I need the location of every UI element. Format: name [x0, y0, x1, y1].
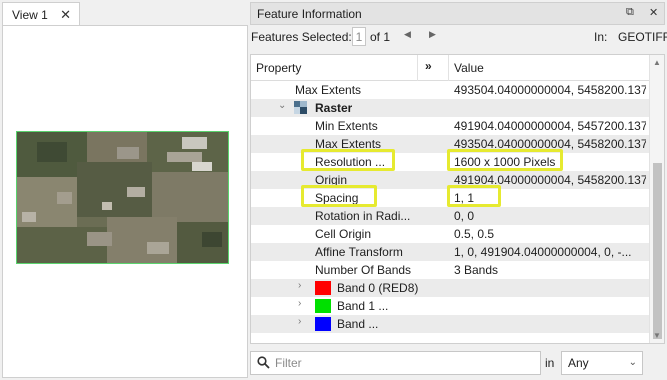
close-icon[interactable]: ✕ — [60, 7, 71, 23]
header-divider[interactable] — [448, 55, 449, 81]
property-cell: Band 0 (RED8) — [337, 281, 419, 295]
table-row[interactable]: Number Of Bands 3 Bands — [251, 261, 649, 279]
property-cell: Affine Transform — [315, 245, 403, 259]
band-red-swatch — [315, 281, 331, 295]
features-selected-label: Features Selected: — [251, 30, 352, 44]
band-blue-swatch — [315, 317, 331, 331]
view-tab-bar: View 1 ✕ — [0, 0, 248, 26]
scroll-down-icon[interactable]: ▼ — [653, 331, 661, 340]
table-row[interactable]: Rotation in Radi... 0, 0 — [251, 207, 649, 225]
property-cell: Resolution ... — [315, 155, 386, 169]
property-cell: Cell Origin — [315, 227, 372, 241]
table-row[interactable]: Cell Origin 0.5, 0.5 — [251, 225, 649, 243]
table-row[interactable]: Min Extents 491904.04000000004, 5457200.… — [251, 117, 649, 135]
filter-scope-select[interactable]: Any ⌄ — [561, 351, 643, 375]
expand-chevron-icon[interactable]: › — [298, 298, 301, 309]
vertical-scrollbar[interactable]: ▲ ▼ — [649, 55, 664, 343]
property-cell: Number Of Bands — [315, 263, 412, 277]
property-cell: Spacing — [315, 191, 359, 205]
table-row[interactable]: › Band 1 ... — [251, 297, 649, 315]
close-panel-icon[interactable]: ✕ — [649, 6, 658, 19]
table-body: Max Extents 493504.04000000004, 5458200.… — [251, 81, 649, 333]
source-in-label: In: — [594, 30, 608, 44]
value-cell: 493504.04000000004, 5458200.137 — [454, 137, 646, 151]
feature-properties-table: Property » Value Max Extents 493504.0400… — [250, 54, 665, 344]
property-cell: Band ... — [337, 317, 379, 331]
table-row[interactable]: Affine Transform 1, 0, 491904.0400000000… — [251, 243, 649, 261]
band-green-swatch — [315, 299, 331, 313]
feature-info-titlebar: Feature Information ⧉ ✕ — [250, 2, 665, 25]
selection-bar: Features Selected: 1 of 1 ◀ ▶ In: GEOTIF… — [250, 25, 667, 49]
expand-chevron-icon[interactable]: › — [298, 280, 301, 291]
property-cell: Rotation in Radi... — [315, 209, 411, 223]
value-cell: 1600 x 1000 Pixels — [454, 155, 556, 169]
tab-view-1-label: View 1 — [12, 7, 48, 22]
table-row[interactable]: Origin 491904.04000000004, 5458200.137 — [251, 171, 649, 189]
raster-image[interactable] — [16, 131, 229, 264]
header-property[interactable]: Property — [256, 61, 301, 75]
scroll-up-icon[interactable]: ▲ — [653, 58, 661, 67]
property-cell: Origin — [315, 173, 348, 187]
search-icon — [257, 356, 270, 372]
table-header: Property » Value — [251, 55, 649, 81]
value-cell: 491904.04000000004, 5458200.137 — [454, 173, 646, 187]
property-cell: Raster — [315, 101, 353, 115]
value-cell: 493504.04000000004, 5458200.137 — [454, 83, 646, 97]
expand-columns-icon[interactable]: » — [425, 59, 432, 73]
raster-icon — [294, 101, 307, 114]
feature-total-label: of 1 — [370, 30, 391, 44]
property-cell: Min Extents — [315, 119, 378, 133]
filter-scope-value: Any — [568, 356, 589, 370]
filter-input[interactable] — [275, 355, 535, 371]
chevron-down-icon: ⌄ — [628, 357, 637, 368]
filter-in-label: in — [545, 356, 555, 370]
property-cell: Max Extents — [315, 137, 382, 151]
undock-icon[interactable]: ⧉ — [626, 6, 634, 19]
source-format: GEOTIFF — [618, 30, 667, 44]
aerial-raster-preview — [17, 132, 228, 263]
filter-box — [250, 351, 541, 375]
table-row[interactable]: Spacing 1, 1 — [251, 189, 649, 207]
property-cell: Max Extents — [295, 83, 362, 97]
panel-title: Feature Information — [257, 6, 362, 21]
table-row[interactable]: Max Extents 493504.04000000004, 5458200.… — [251, 81, 649, 99]
value-cell: 0.5, 0.5 — [454, 227, 495, 241]
value-cell: 1, 1 — [454, 191, 475, 205]
value-cell: 0, 0 — [454, 209, 475, 223]
header-divider[interactable] — [417, 55, 418, 81]
property-cell: Band 1 ... — [337, 299, 389, 313]
next-feature-icon[interactable]: ▶ — [429, 29, 436, 40]
table-row[interactable]: Max Extents 493504.04000000004, 5458200.… — [251, 135, 649, 153]
prev-feature-icon[interactable]: ◀ — [404, 29, 411, 40]
table-row[interactable]: Resolution ... 1600 x 1000 Pixels — [251, 153, 649, 171]
tab-view-1[interactable]: View 1 ✕ — [2, 2, 80, 26]
expand-chevron-icon[interactable]: › — [298, 316, 301, 327]
table-row[interactable]: › Band ... — [251, 315, 649, 333]
table-row[interactable]: › Band 0 (RED8) — [251, 279, 649, 297]
table-row[interactable]: ⌄ Raster — [251, 99, 649, 117]
header-value[interactable]: Value — [454, 61, 484, 75]
value-cell: 1, 0, 491904.04000000004, 0, -... — [454, 245, 632, 259]
value-cell: 3 Bands — [454, 263, 499, 277]
feature-index-field[interactable]: 1 — [352, 27, 366, 46]
value-cell: 491904.04000000004, 5457200.137 — [454, 119, 646, 133]
map-view[interactable] — [2, 25, 248, 378]
collapse-chevron-icon[interactable]: ⌄ — [278, 100, 286, 111]
scrollbar-thumb[interactable] — [653, 163, 662, 339]
